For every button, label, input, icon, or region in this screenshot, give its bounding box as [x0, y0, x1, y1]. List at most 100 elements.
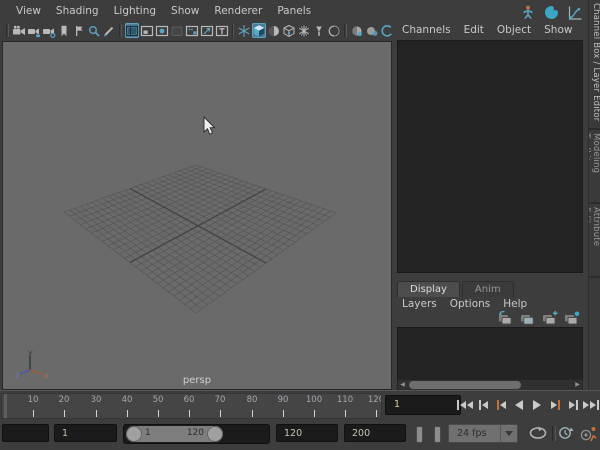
timeline-tick — [64, 410, 65, 417]
timeline-tick — [252, 410, 253, 417]
lighting-icon[interactable] — [312, 23, 326, 38]
step-back-key-button[interactable] — [492, 394, 510, 416]
screen-ao-icon[interactable] — [350, 23, 364, 38]
safe-title-icon[interactable] — [200, 23, 214, 38]
step-back-frame-button[interactable] — [474, 394, 492, 416]
image-plane-icon[interactable] — [72, 23, 86, 38]
step-forward-key-button[interactable] — [546, 394, 564, 416]
timeline-tick-label: 60 — [177, 395, 201, 405]
frame-text-icon[interactable] — [215, 23, 229, 38]
play-backwards-button[interactable] — [510, 394, 528, 416]
range-slider-row: 1 1 120 120 200 24 fps — [0, 419, 600, 450]
perspective-viewport[interactable]: persp yxz — [2, 41, 392, 390]
timeline-tick — [345, 410, 346, 417]
playback-range-bar[interactable]: 1 120 — [126, 426, 223, 442]
current-frame-field[interactable]: 1 — [385, 395, 461, 415]
chevron-down-icon[interactable] — [500, 425, 517, 442]
frame-all-icon[interactable] — [102, 23, 116, 38]
sidebar-tab-attribute-editor[interactable]: Attribute Editor — [589, 204, 600, 278]
menu-view[interactable]: View — [16, 5, 41, 17]
lock-camera-icon[interactable] — [27, 23, 41, 38]
channel-box-list[interactable] — [397, 40, 583, 273]
frame-bar-glyph — [497, 400, 499, 410]
timeline-tick — [189, 410, 190, 417]
wireframe-on-shaded-icon[interactable] — [297, 23, 311, 38]
menu-options[interactable]: Options — [450, 298, 491, 310]
playback-loop-icon[interactable] — [527, 424, 549, 442]
timeline-tick-label: 90 — [271, 395, 295, 405]
tab-display[interactable]: Display — [397, 281, 460, 297]
layer-list[interactable] — [397, 327, 583, 380]
humanik-icon[interactable] — [520, 4, 536, 25]
menu-channels[interactable]: Channels — [402, 24, 451, 36]
triangle-glyph — [467, 401, 473, 409]
range-start-handle[interactable] — [126, 426, 142, 442]
menu-lighting[interactable]: Lighting — [114, 5, 156, 17]
shadows-icon[interactable] — [327, 23, 341, 38]
timeline-tick-label: 80 — [240, 395, 264, 405]
auto-key-icon[interactable] — [579, 424, 599, 444]
bookmark-icon[interactable] — [57, 23, 71, 38]
timeline-tick-label: 50 — [146, 395, 170, 405]
menu-help[interactable]: Help — [503, 298, 527, 310]
character-set-icon[interactable] — [556, 424, 576, 442]
scroll-right-icon[interactable]: ▶ — [573, 380, 582, 390]
sidebar-tab-channel-box-layer-editor[interactable]: Channel Box / Layer Editor — [589, 0, 600, 130]
motion-blur-icon[interactable] — [365, 23, 379, 38]
frame-selected-icon[interactable] — [87, 23, 101, 38]
fps-dropdown[interactable]: 24 fps — [448, 424, 518, 443]
sidebar-tab-modeling-toolkit[interactable]: Modeling Toolkit — [589, 130, 600, 204]
toolbar-separator — [6, 24, 9, 37]
menu-layers[interactable]: Layers — [402, 298, 437, 310]
timeline-tick-label: 10 — [21, 395, 45, 405]
menu-show[interactable]: Show — [171, 5, 199, 17]
wireframe-icon[interactable] — [237, 23, 251, 38]
playback-start-field[interactable]: 1 — [54, 424, 117, 442]
timeline-tick-label: 110 — [333, 395, 357, 405]
playback-speed-handle[interactable] — [416, 426, 423, 443]
scroll-left-icon[interactable]: ◀ — [398, 380, 407, 390]
menu-panels[interactable]: Panels — [277, 5, 311, 17]
select-camera-icon[interactable] — [12, 23, 26, 38]
timeline-tick-label: 100 — [302, 395, 326, 405]
timeline-tick — [96, 410, 97, 417]
menu-renderer[interactable]: Renderer — [214, 5, 262, 17]
menu-shading[interactable]: Shading — [56, 5, 99, 17]
modeling-toolkit-icon[interactable] — [543, 4, 560, 25]
shaded-mode-icon[interactable] — [252, 23, 266, 38]
animation-start-field[interactable] — [2, 424, 49, 442]
timeline-tick — [376, 410, 377, 417]
axis-gizmo: yxz — [15, 349, 51, 383]
menu-show[interactable]: Show — [544, 24, 572, 36]
field-chart-icon[interactable] — [170, 23, 184, 38]
textured-mode-icon[interactable] — [267, 23, 281, 38]
frame-bar-glyph — [597, 400, 599, 410]
menu-object[interactable]: Object — [497, 24, 531, 36]
height-adjust-handle[interactable] — [434, 426, 441, 443]
gate-mask-icon[interactable] — [155, 23, 169, 38]
step-forward-frame-button[interactable] — [564, 394, 582, 416]
tab-anim[interactable]: Anim — [462, 281, 514, 297]
go-to-end-button[interactable] — [582, 394, 600, 416]
play-forward-button[interactable] — [528, 394, 546, 416]
playback-end-field[interactable]: 120 — [276, 424, 338, 442]
go-to-start-button[interactable] — [456, 394, 474, 416]
animation-end-field[interactable]: 200 — [344, 424, 406, 442]
safe-action-icon[interactable] — [185, 23, 199, 38]
ground-plane-grid — [3, 42, 389, 387]
timeline-tick-label: 20 — [52, 395, 76, 405]
current-frame-marker[interactable] — [4, 394, 7, 418]
film-gate-icon[interactable] — [125, 23, 139, 38]
timeline-tick — [283, 410, 284, 417]
use-all-lights-icon[interactable] — [282, 23, 296, 38]
channel-box-menubar: Channels Edit Object Show — [402, 24, 572, 36]
playback-range-slider[interactable]: 1 120 — [123, 424, 270, 444]
resolution-gate-icon[interactable] — [140, 23, 154, 38]
scrollbar-thumb[interactable] — [409, 381, 521, 389]
range-end-handle[interactable] — [207, 426, 223, 442]
camera-attributes-icon[interactable] — [42, 23, 56, 38]
frame-bar-glyph — [479, 400, 481, 410]
time-slider[interactable]: 102030405060708090100110120 — [1, 393, 382, 419]
menu-edit[interactable]: Edit — [464, 24, 484, 36]
graph-editor-icon[interactable] — [567, 5, 583, 25]
